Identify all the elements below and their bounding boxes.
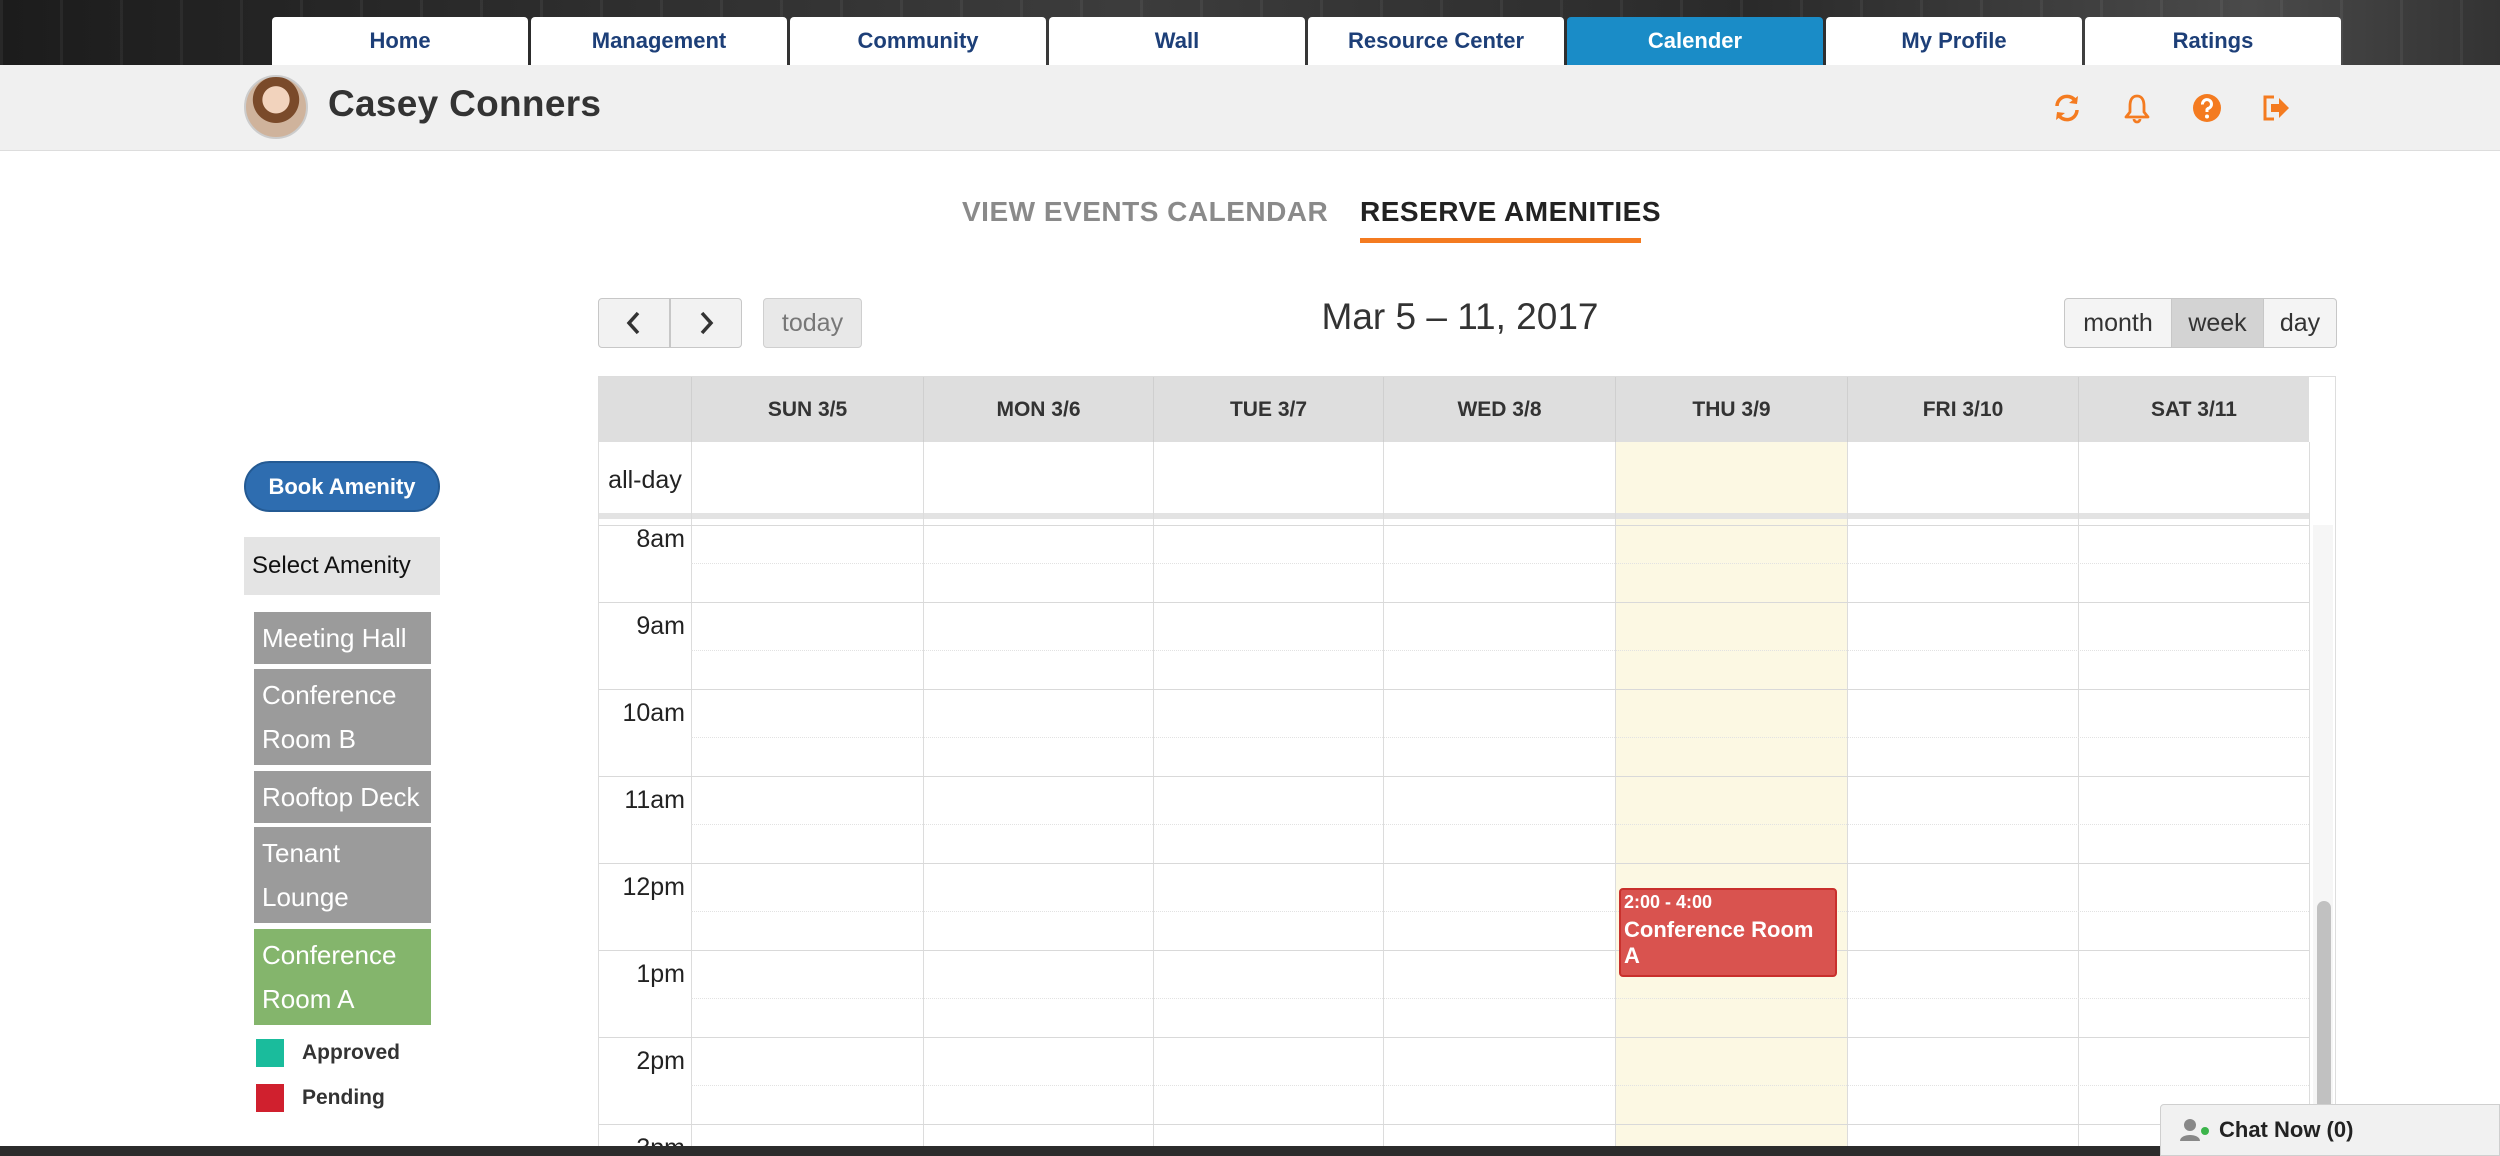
amenity-meeting-hall[interactable]: Meeting Hall — [254, 612, 431, 664]
hour-line — [599, 776, 2309, 777]
approved-swatch — [256, 1039, 284, 1067]
active-tab-underline — [1360, 238, 1641, 243]
tab-ratings[interactable]: Ratings — [2085, 17, 2341, 65]
month-view-button[interactable]: month — [2064, 298, 2172, 348]
half-hour-line — [691, 737, 2309, 738]
refresh-icon[interactable] — [2050, 91, 2084, 125]
amenity-label: Meeting Hall — [262, 623, 407, 653]
day-view-button[interactable]: day — [2264, 298, 2337, 348]
column-divider — [1153, 442, 1154, 1155]
tab-wall[interactable]: Wall — [1049, 17, 1305, 65]
hour-line — [599, 602, 2309, 603]
today-column-highlight — [1615, 442, 1847, 1155]
tab-calender[interactable]: Calender — [1567, 17, 1823, 65]
user-header: Casey Conners — [0, 65, 2500, 151]
time-label: 10am — [622, 699, 685, 727]
logout-icon[interactable] — [2259, 91, 2293, 125]
amenity-label: Room A — [262, 984, 355, 1014]
column-divider — [2309, 442, 2310, 1155]
day-header: SUN 3/5 — [691, 377, 923, 442]
time-label: 11am — [624, 786, 685, 814]
chevron-right-icon — [700, 311, 714, 335]
column-divider — [691, 442, 692, 1155]
tab-home[interactable]: Home — [272, 17, 528, 65]
calendar-title: Mar 5 – 11, 2017 — [1321, 296, 1599, 337]
time-label: 8am — [636, 525, 685, 553]
bottom-bar — [0, 1146, 2500, 1156]
half-hour-line — [691, 650, 2309, 651]
event-title: Conference Room A — [1624, 917, 1814, 968]
day-header: SAT 3/11 — [2078, 377, 2309, 442]
time-label: 12pm — [622, 873, 685, 901]
tab-my-profile[interactable]: My Profile — [1826, 17, 2082, 65]
half-hour-line — [691, 911, 2309, 912]
amenity-label: Tenant — [262, 838, 341, 868]
event-time: 2:00 - 4:00 — [1624, 892, 1713, 912]
day-header: FRI 3/10 — [1847, 377, 2078, 442]
amenity-conference-room-a[interactable]: Conference Room A — [254, 929, 431, 1025]
legend-label: Approved — [302, 1041, 401, 1064]
time-label: 9am — [636, 612, 685, 640]
day-header: MON 3/6 — [923, 377, 1153, 442]
half-hour-line — [691, 563, 2309, 564]
bell-icon[interactable] — [2120, 91, 2154, 125]
amenity-conference-room-b[interactable]: Conference Room B — [254, 669, 431, 765]
avatar — [244, 75, 308, 139]
hour-line — [599, 863, 2309, 864]
column-divider — [1847, 442, 1848, 1155]
week-view-button[interactable]: week — [2172, 298, 2264, 348]
hour-line — [599, 1037, 2309, 1038]
time-label: 1pm — [636, 960, 685, 988]
pending-swatch — [256, 1084, 284, 1112]
amenity-tenant-lounge[interactable]: Tenant Lounge — [254, 827, 431, 923]
hour-line — [599, 1124, 2309, 1125]
amenity-rooftop-deck[interactable]: Rooftop Deck — [254, 771, 431, 823]
user-name: Casey Conners — [328, 83, 602, 124]
tab-management[interactable]: Management — [531, 17, 787, 65]
column-divider — [1383, 442, 1384, 1155]
chat-label: Chat Now (0) — [2219, 1117, 2354, 1142]
time-label: 2pm — [636, 1047, 685, 1075]
chat-now-button[interactable]: Chat Now (0) — [2160, 1104, 2500, 1156]
amenity-label: Room B — [262, 724, 356, 754]
select-amenity-label: Select Amenity — [244, 537, 440, 595]
half-hour-line — [691, 1085, 2309, 1086]
day-header-row: SUN 3/5 MON 3/6 TUE 3/7 WED 3/8 THU 3/9 … — [599, 377, 2309, 442]
amenity-label: Lounge — [262, 882, 349, 912]
legend-approved: Approved — [256, 1039, 400, 1067]
hour-line — [599, 689, 2309, 690]
day-header: THU 3/9 — [1615, 377, 1847, 442]
view-switcher: month week day — [2064, 298, 2337, 348]
help-icon[interactable] — [2190, 91, 2224, 125]
column-divider — [2078, 442, 2079, 1155]
legend-label: Pending — [302, 1086, 385, 1109]
legend-pending: Pending — [256, 1084, 385, 1112]
amenity-label: Conference — [262, 680, 397, 710]
half-hour-line — [691, 824, 2309, 825]
today-button[interactable]: today — [763, 298, 862, 348]
prev-week-button[interactable] — [598, 298, 670, 348]
amenity-label: Conference — [262, 940, 397, 970]
half-hour-line — [691, 998, 2309, 999]
next-week-button[interactable] — [670, 298, 742, 348]
tab-reserve-amenities[interactable]: RESERVE AMENITIES — [1360, 196, 1661, 228]
all-day-label: all-day — [608, 466, 682, 494]
week-calendar: SUN 3/5 MON 3/6 TUE 3/7 WED 3/8 THU 3/9 … — [598, 376, 2336, 1156]
tab-community[interactable]: Community — [790, 17, 1046, 65]
book-amenity-button[interactable]: Book Amenity — [244, 461, 440, 512]
chevron-left-icon — [626, 311, 640, 335]
main-nav: Home Management Community Wall Resource … — [272, 17, 2344, 65]
tab-resource-center[interactable]: Resource Center — [1308, 17, 1564, 65]
day-header: WED 3/8 — [1383, 377, 1615, 442]
amenity-label: Rooftop Deck — [262, 782, 420, 812]
day-header: TUE 3/7 — [1153, 377, 1383, 442]
column-divider — [1615, 442, 1616, 1155]
all-day-row: all-day — [599, 442, 2309, 519]
hour-line — [599, 525, 2309, 526]
calendar-event[interactable]: 2:00 - 4:00 Conference Room A — [1619, 888, 1837, 977]
user-online-icon — [2180, 1119, 2209, 1141]
column-divider — [923, 442, 924, 1155]
hour-line — [599, 950, 2309, 951]
tab-view-events-calendar[interactable]: VIEW EVENTS CALENDAR — [962, 196, 1328, 228]
